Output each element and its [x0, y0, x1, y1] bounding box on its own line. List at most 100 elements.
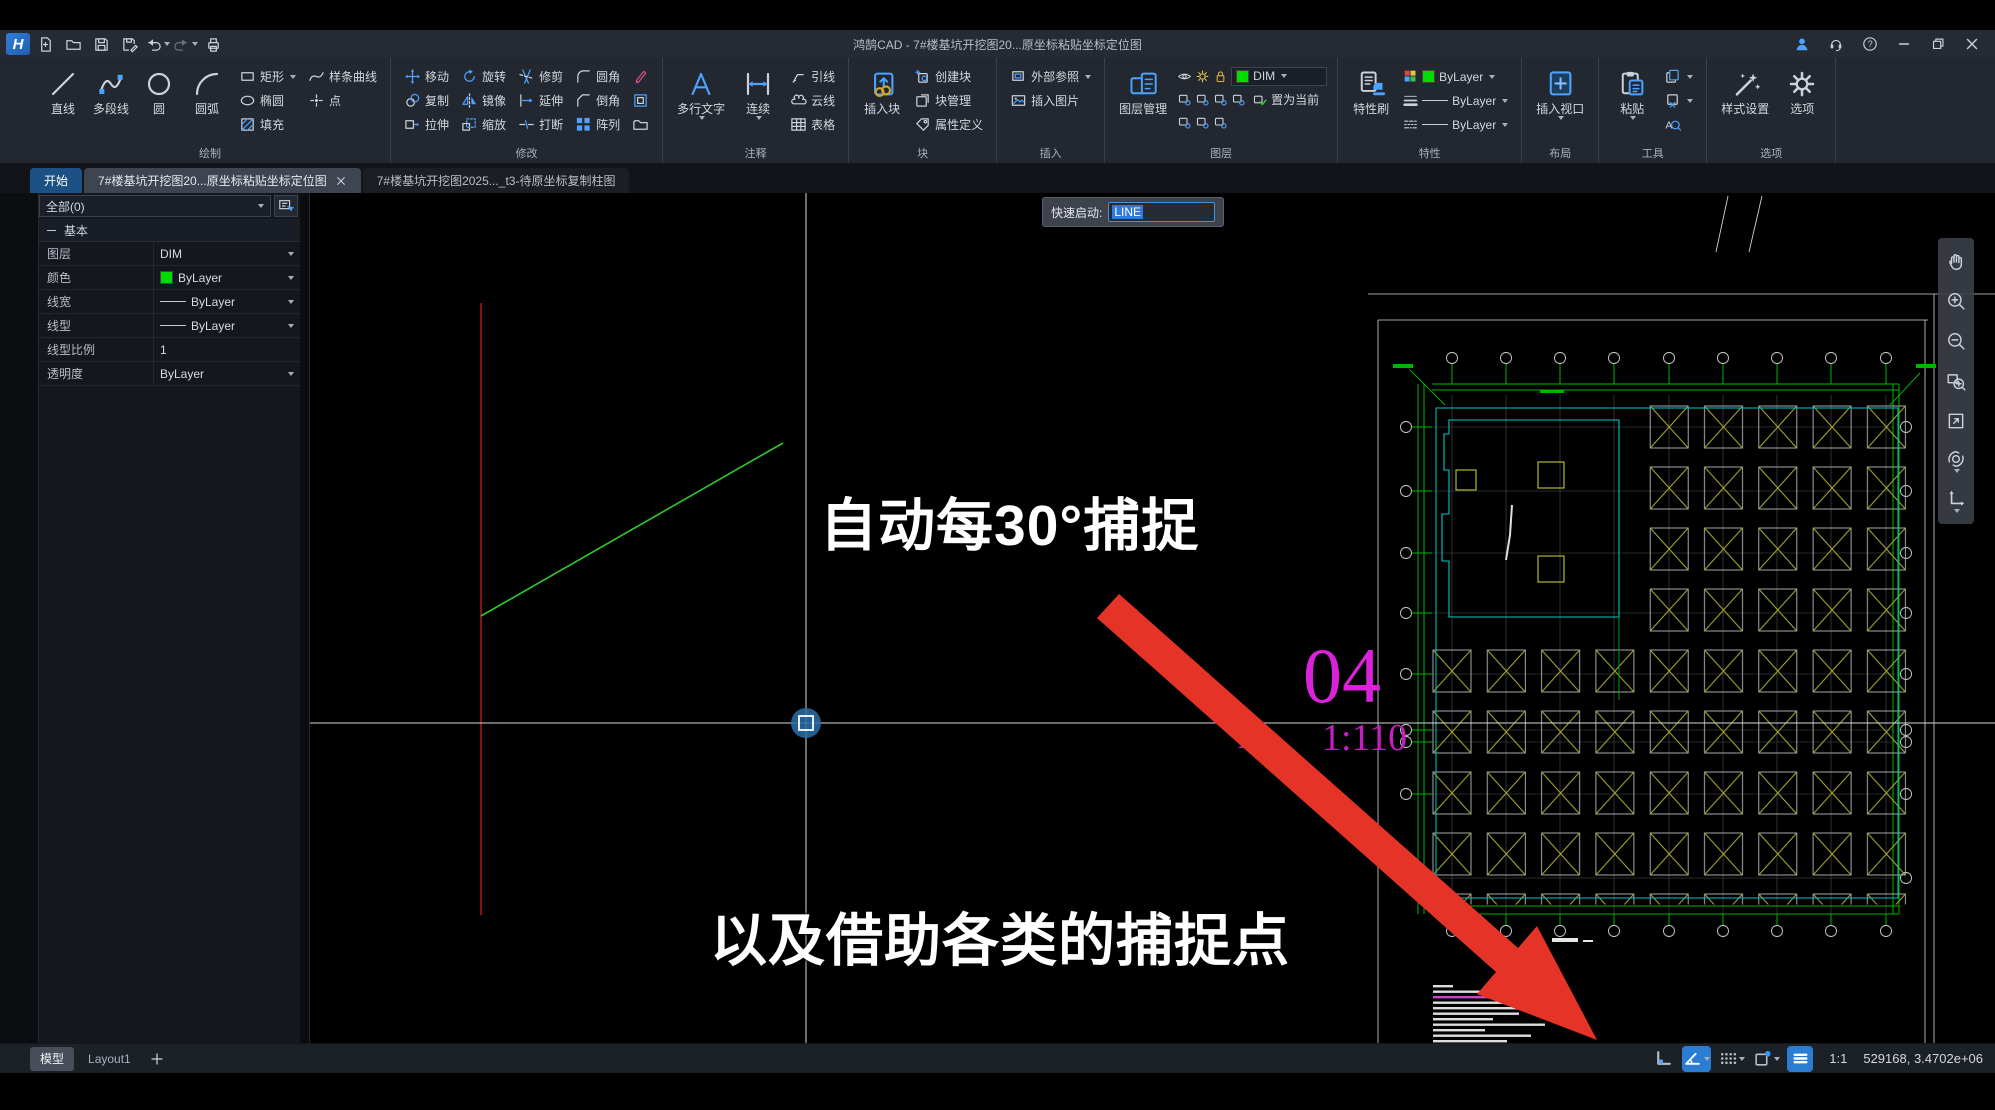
object-color-dropdown[interactable]: ByLayer: [1400, 66, 1511, 87]
polar-tracking-toggle[interactable]: [1682, 1046, 1711, 1072]
match-text-button[interactable]: A: [1661, 114, 1696, 135]
external-reference-button[interactable]: 外部参照: [1007, 66, 1094, 87]
selection-filter-dropdown[interactable]: 全部(0): [39, 195, 271, 217]
dimension-continue-button[interactable]: 连续: [735, 64, 781, 122]
layout-tab-模型[interactable]: 模型: [30, 1047, 74, 1071]
layer-visibility-button[interactable]: [1177, 68, 1192, 83]
block-manager-button[interactable]: 块管理: [911, 90, 986, 111]
insert-image-button[interactable]: 插入图片: [1007, 90, 1094, 111]
rotate-button[interactable]: 旋转: [458, 66, 509, 87]
style-settings-button[interactable]: 样式设置: [1717, 64, 1773, 118]
object-lineweight-dropdown[interactable]: ByLayer: [1400, 90, 1511, 111]
pan-axis-button[interactable]: [1941, 482, 1971, 520]
redo-button[interactable]: [172, 33, 198, 55]
property-value-线型比例[interactable]: 1: [154, 338, 300, 361]
support-button[interactable]: [1821, 33, 1851, 55]
mirror-button[interactable]: 镜像: [458, 90, 509, 111]
layer-unisolate-button[interactable]: [1195, 114, 1210, 129]
line-button[interactable]: 直线: [40, 64, 86, 118]
arc-button[interactable]: 圆弧: [184, 64, 230, 118]
copy-clip-button[interactable]: [1661, 66, 1696, 87]
restore-button[interactable]: [1923, 33, 1953, 55]
sketch-button[interactable]: [629, 66, 652, 87]
property-value-颜色[interactable]: ByLayer: [154, 266, 300, 289]
pan-button[interactable]: [1941, 242, 1971, 280]
undo-button[interactable]: [144, 33, 170, 55]
layer-lock-button[interactable]: [1213, 91, 1228, 106]
layer-brightness-button[interactable]: [1195, 68, 1210, 83]
layer-off-button[interactable]: [1177, 91, 1192, 106]
object-snap-toggle[interactable]: [1717, 1046, 1746, 1072]
zoom-extents-button[interactable]: [1941, 402, 1971, 440]
new-file-button[interactable]: [32, 33, 58, 55]
property-value-线型[interactable]: ByLayer: [154, 314, 300, 337]
region-button[interactable]: [629, 90, 652, 111]
break-button[interactable]: 打断: [515, 114, 566, 135]
drawing-canvas[interactable]: 04 A0 1:110: [310, 193, 1995, 1043]
document-tab[interactable]: 7#楼基坑开挖图20...原坐标粘贴坐标定位图: [84, 168, 361, 193]
close-button[interactable]: [1957, 33, 1987, 55]
point-button[interactable]: 点: [305, 90, 380, 111]
layer-manager-button[interactable]: 图层管理: [1115, 64, 1171, 118]
insert-viewport-button[interactable]: 插入视口: [1532, 64, 1588, 122]
stretch-button[interactable]: 拉伸: [401, 114, 452, 135]
property-value-透明度[interactable]: ByLayer: [154, 362, 300, 385]
cut-clip-button[interactable]: [1661, 90, 1696, 111]
zoom-window-button[interactable]: [1941, 362, 1971, 400]
document-tab[interactable]: 7#楼基坑开挖图2025..._t3-待原坐标复制柱图: [363, 168, 630, 193]
circle-button[interactable]: 圆: [136, 64, 182, 118]
orbit-button[interactable]: [1941, 442, 1971, 480]
save-button[interactable]: [88, 33, 114, 55]
copy-button[interactable]: 复制: [401, 90, 452, 111]
chamfer-button[interactable]: 倒角: [572, 90, 623, 111]
minimize-button[interactable]: [1889, 33, 1919, 55]
table-button[interactable]: 表格: [787, 114, 838, 135]
snap-mode-toggle[interactable]: [1752, 1046, 1781, 1072]
account-button[interactable]: [1787, 33, 1817, 55]
mtext-button[interactable]: 多行文字: [673, 64, 729, 122]
layer-unlock-button[interactable]: [1213, 68, 1228, 83]
new-layout-button[interactable]: [145, 1047, 169, 1071]
quick-select-button[interactable]: [274, 195, 298, 217]
set-current-layer-button[interactable]: 置为当前: [1249, 89, 1322, 110]
polyline-button[interactable]: 多段线: [88, 64, 134, 118]
attribute-define-button[interactable]: 属性定义: [911, 114, 986, 135]
save-as-button[interactable]: [116, 33, 142, 55]
array-button[interactable]: 阵列: [572, 114, 623, 135]
move-button[interactable]: 移动: [401, 66, 452, 87]
fillet-button[interactable]: 圆角: [572, 66, 623, 87]
options-button[interactable]: 选项: [1779, 64, 1825, 118]
current-layer-dropdown[interactable]: DIM: [1231, 67, 1327, 86]
ortho-toggle[interactable]: [1650, 1046, 1676, 1072]
layer-isolate-button[interactable]: [1177, 114, 1192, 129]
property-value-图层[interactable]: DIM: [154, 242, 300, 265]
revision-cloud-button[interactable]: 云线: [787, 90, 838, 111]
leader-button[interactable]: 引线: [787, 66, 838, 87]
create-block-button[interactable]: 创建块: [911, 66, 986, 87]
quick-launch-input[interactable]: LINE: [1108, 202, 1215, 222]
close-tab-icon[interactable]: [335, 175, 347, 187]
layer-merge-button[interactable]: [1213, 114, 1228, 129]
print-button[interactable]: [200, 33, 226, 55]
extend-button[interactable]: 延伸: [515, 90, 566, 111]
hatch-button[interactable]: 填充: [236, 114, 299, 135]
tab-start[interactable]: 开始: [30, 168, 82, 193]
layout-tab-Layout1[interactable]: Layout1: [78, 1047, 141, 1071]
layer-freeze-button[interactable]: [1195, 91, 1210, 106]
rectangle-button[interactable]: 矩形: [236, 66, 299, 87]
object-linetype-dropdown[interactable]: ByLayer: [1400, 114, 1511, 135]
property-value-线宽[interactable]: ByLayer: [154, 290, 300, 313]
insert-block-button[interactable]: 插入块: [859, 64, 905, 118]
trim-button[interactable]: 修剪: [515, 66, 566, 87]
layer-walk-button[interactable]: [1231, 91, 1246, 106]
zoom-out-button[interactable]: [1941, 322, 1971, 360]
lineweight-display-toggle[interactable]: [1787, 1046, 1813, 1072]
group-button[interactable]: [629, 114, 652, 135]
zoom-in-button[interactable]: [1941, 282, 1971, 320]
help-button[interactable]: ?: [1855, 33, 1885, 55]
scale-button[interactable]: 缩放: [458, 114, 509, 135]
spline-button[interactable]: 样条曲线: [305, 66, 380, 87]
app-logo-icon[interactable]: H: [6, 33, 30, 55]
paste-button[interactable]: 粘贴: [1609, 64, 1655, 122]
match-properties-button[interactable]: 特性刷: [1348, 64, 1394, 118]
